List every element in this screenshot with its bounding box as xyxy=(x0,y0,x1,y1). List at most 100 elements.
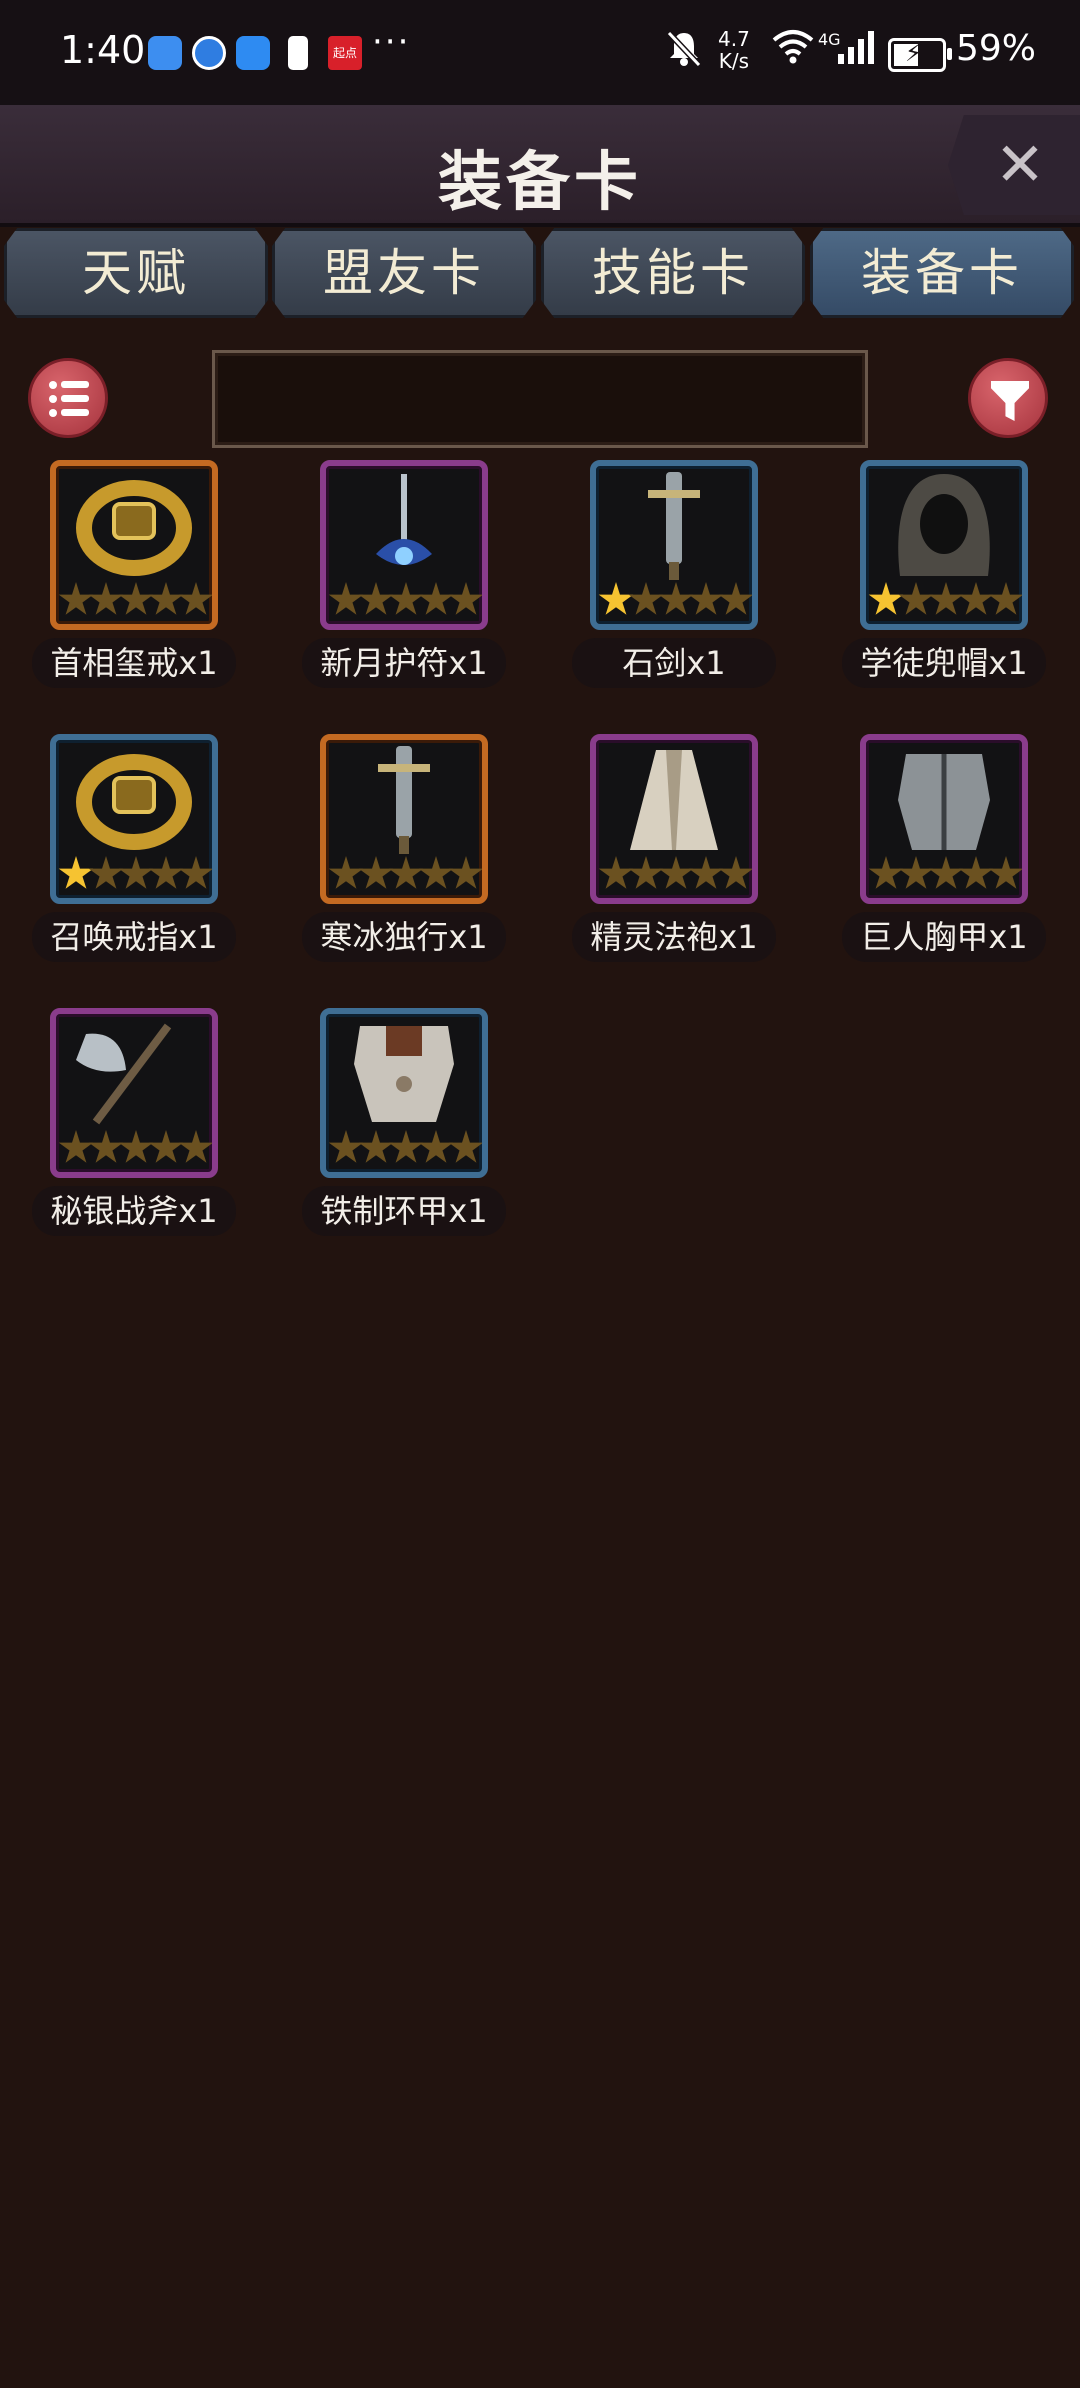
card-label: 秘银战斧x1 xyxy=(32,1186,236,1236)
star-icon xyxy=(598,582,634,615)
star-icon xyxy=(418,1130,454,1163)
card-label: 召唤戒指x1 xyxy=(32,912,236,962)
sword-icon xyxy=(320,734,488,904)
star-icon xyxy=(388,1130,424,1163)
star-icon xyxy=(118,1130,154,1163)
ring-icon xyxy=(50,734,218,904)
star-icon xyxy=(358,856,394,889)
star-icon xyxy=(688,582,724,615)
star-icon xyxy=(388,856,424,889)
tab-skill-cards[interactable]: 技能卡 xyxy=(541,228,805,318)
star-icon xyxy=(358,582,394,615)
star-icon xyxy=(178,856,212,889)
tab-talent[interactable]: 天赋 xyxy=(4,228,268,318)
wifi-icon xyxy=(772,28,814,75)
close-button[interactable]: ✕ xyxy=(948,115,1080,215)
mute-icon xyxy=(664,28,704,77)
star-icon xyxy=(88,582,124,615)
filter-icon xyxy=(991,381,1029,421)
star-rating xyxy=(58,580,212,620)
star-icon xyxy=(958,582,994,615)
close-icon: ✕ xyxy=(994,130,1046,200)
armor-icon xyxy=(320,1008,488,1178)
more-notifications-icon: ··· xyxy=(372,22,411,62)
equipment-card[interactable]: 精灵法袍x1 xyxy=(572,734,802,984)
battery-percent: 59% xyxy=(956,28,1037,69)
star-icon xyxy=(868,856,904,889)
star-icon xyxy=(988,856,1022,889)
battery-icon: ⚡ xyxy=(888,38,952,72)
card-label: 首相玺戒x1 xyxy=(32,638,236,688)
star-icon xyxy=(928,582,964,615)
filter-button[interactable] xyxy=(968,358,1048,438)
equipment-card[interactable]: 学徒兜帽x1 xyxy=(842,460,1072,710)
star-icon xyxy=(148,1130,184,1163)
equipment-card[interactable]: 铁制环甲x1 xyxy=(302,1008,532,1258)
star-icon xyxy=(688,856,724,889)
star-icon xyxy=(628,582,664,615)
equipment-card[interactable]: 巨人胸甲x1 xyxy=(842,734,1072,984)
star-icon xyxy=(658,856,694,889)
star-icon xyxy=(448,1130,482,1163)
breastplate-icon xyxy=(860,734,1028,904)
card-label: 精灵法袍x1 xyxy=(572,912,776,962)
star-icon xyxy=(418,856,454,889)
star-icon xyxy=(328,582,364,615)
header: 装备卡 ✕ xyxy=(0,105,1080,227)
tab-bar: 天赋 盟友卡 技能卡 装备卡 xyxy=(0,228,1080,322)
star-icon xyxy=(658,582,694,615)
equipment-card[interactable]: 新月护符x1 xyxy=(302,460,532,710)
status-bar: 1:40 起点 ··· 4.7 K/s 4G ⚡ 59% xyxy=(0,0,1080,105)
amulet-icon xyxy=(320,460,488,630)
equipment-card[interactable]: 寒冰独行x1 xyxy=(302,734,532,984)
card-label: 铁制环甲x1 xyxy=(302,1186,506,1236)
status-time: 1:40 xyxy=(60,28,146,72)
net-speed-unit: K/s xyxy=(718,49,750,73)
sword-icon xyxy=(590,460,758,630)
equipment-card[interactable]: 首相玺戒x1 xyxy=(32,460,262,710)
phone-app-icon xyxy=(288,36,308,70)
star-icon xyxy=(358,1130,394,1163)
star-icon xyxy=(58,1130,94,1163)
card-label: 学徒兜帽x1 xyxy=(842,638,1046,688)
star-icon xyxy=(148,856,184,889)
charging-icon: ⚡ xyxy=(905,39,922,67)
star-icon xyxy=(58,582,94,615)
card-label: 石剑x1 xyxy=(572,638,776,688)
star-icon xyxy=(628,856,664,889)
star-icon xyxy=(448,856,482,889)
star-icon xyxy=(388,582,424,615)
page-title: 装备卡 xyxy=(438,146,642,220)
card-label: 新月护符x1 xyxy=(302,638,506,688)
star-rating xyxy=(328,1128,482,1168)
star-rating xyxy=(868,854,1022,894)
card-label: 寒冰独行x1 xyxy=(302,912,506,962)
star-icon xyxy=(898,856,934,889)
tab-ally-cards[interactable]: 盟友卡 xyxy=(272,228,536,318)
tab-equipment-cards[interactable]: 装备卡 xyxy=(810,228,1074,318)
star-icon xyxy=(928,856,964,889)
star-icon xyxy=(88,856,124,889)
star-rating xyxy=(328,580,482,620)
net-speed-value: 4.7 xyxy=(718,27,750,51)
star-icon xyxy=(868,582,904,615)
star-icon xyxy=(448,582,482,615)
weather-app-icon xyxy=(236,36,270,70)
card-label: 巨人胸甲x1 xyxy=(842,912,1046,962)
star-icon xyxy=(328,1130,364,1163)
robe-icon xyxy=(590,734,758,904)
list-view-button[interactable] xyxy=(28,358,108,438)
equipment-card[interactable]: 秘银战斧x1 xyxy=(32,1008,262,1258)
search-input[interactable] xyxy=(212,350,868,448)
equipment-card[interactable]: 召唤戒指x1 xyxy=(32,734,262,984)
star-rating xyxy=(58,1128,212,1168)
star-icon xyxy=(148,582,184,615)
star-icon xyxy=(718,582,752,615)
equipment-card[interactable]: 石剑x1 xyxy=(572,460,802,710)
browser-app-icon xyxy=(192,36,226,70)
star-rating xyxy=(868,580,1022,620)
star-icon xyxy=(898,582,934,615)
star-icon xyxy=(178,1130,212,1163)
star-icon xyxy=(118,582,154,615)
star-rating xyxy=(328,854,482,894)
